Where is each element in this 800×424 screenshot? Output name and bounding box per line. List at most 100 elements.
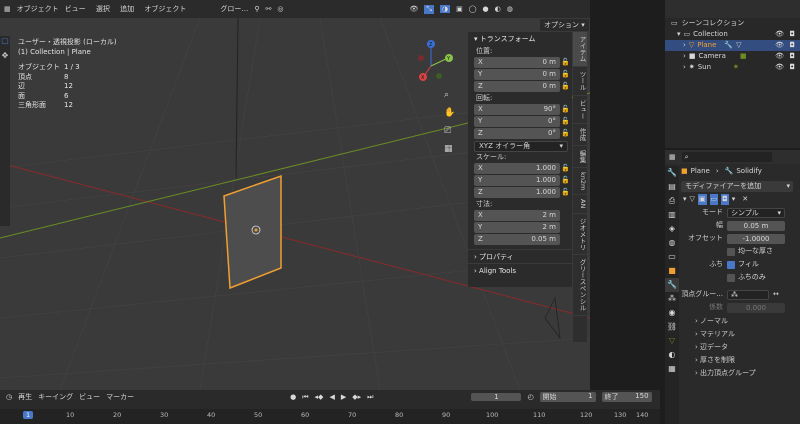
menu-keying[interactable]: キーイング <box>38 392 73 402</box>
pivot-icon[interactable]: ⚲ <box>254 5 259 13</box>
editor-type-icon[interactable]: ▦ <box>4 5 11 13</box>
properties-search-input[interactable]: ⌕ <box>681 152 772 162</box>
pan-hand-icon[interactable]: ✋ <box>444 104 455 122</box>
tab-item[interactable]: アイテム <box>573 32 587 67</box>
subpanel-normals[interactable]: › ノーマル <box>681 315 800 328</box>
output-tab-icon[interactable]: ⎙ <box>665 194 679 208</box>
menu-object[interactable]: オブジェクト <box>144 5 186 13</box>
scale-x-field[interactable]: X 1.000 🔓 <box>474 163 570 174</box>
options-dropdown[interactable]: オプション ▾ <box>540 19 589 31</box>
tab-tool[interactable]: ツール <box>573 67 587 96</box>
rotation-y-field[interactable]: Y 0° 🔓 <box>474 116 570 127</box>
location-y-field[interactable]: Y0 m 🔓 <box>474 69 570 80</box>
menu-select[interactable]: 選択 <box>96 5 110 13</box>
grid-toggle-icon[interactable]: ▦ <box>444 140 455 158</box>
rotation-x-field[interactable]: X 90° 🔓 <box>474 104 570 115</box>
shading-material-icon[interactable]: ◐ <box>495 5 501 13</box>
collection-tab-icon[interactable]: ▭ <box>665 250 679 264</box>
tab-grease-pencil[interactable]: グリースペンシル <box>573 255 587 317</box>
add-modifier-button[interactable]: モディファイアーを追加 ▾ <box>681 181 793 192</box>
shading-solid-icon[interactable]: ● <box>483 5 489 13</box>
collapse-icon[interactable]: ▾ <box>683 194 687 205</box>
fill-checkbox[interactable] <box>727 260 735 269</box>
align-tools-panel-header[interactable]: › Align Tools <box>468 263 572 277</box>
modifier-tab-icon[interactable]: 🔧 <box>665 278 679 292</box>
offset-field[interactable]: -1.0000 <box>727 233 785 244</box>
editor-type-icon[interactable]: ▦ <box>669 153 676 161</box>
tab-view[interactable]: ビュー <box>573 96 587 124</box>
transform-orientation-select[interactable]: グロー… <box>220 4 248 14</box>
location-z-field[interactable]: Z0 m 🔓 <box>474 81 570 92</box>
data-tab-icon[interactable]: ▽ <box>665 334 679 348</box>
physics-tab-icon[interactable]: ◉ <box>665 306 679 320</box>
mode-select[interactable]: シンプル ▾ <box>727 207 785 218</box>
outliner-scene-collection[interactable]: ▭ シーンコレクション <box>665 18 800 29</box>
factor-field[interactable]: 0.000 <box>727 302 785 313</box>
invert-icon[interactable]: ↔ <box>773 289 779 300</box>
current-frame-field[interactable]: 1 <box>471 393 522 401</box>
visibility-icon[interactable]: 👁 <box>409 5 418 13</box>
subpanel-output-vertex-groups[interactable]: › 出力頂点グループ <box>681 367 800 380</box>
render-toggle-icon[interactable]: ◘ <box>721 194 729 205</box>
editmode-toggle-icon[interactable]: ▣ <box>697 194 707 205</box>
object-tab-icon[interactable]: ■ <box>665 264 679 278</box>
outliner-item-plane[interactable]: › ▽ Plane 🔧 ▽ 👁 ◘ <box>665 40 800 51</box>
subpanel-thickness-clamp[interactable]: › 厚さを制限 <box>681 354 800 367</box>
shading-render-icon[interactable]: ◍ <box>507 5 513 13</box>
jump-end-icon[interactable]: ⏭ <box>367 393 373 402</box>
scene-tab-icon[interactable]: ◈ <box>665 222 679 236</box>
outliner-item-collection[interactable]: ▾ ▭ Collection 👁 ◘ <box>665 29 800 40</box>
outliner-item-sun[interactable]: › ✷ Sun ✷ 👁 ◘ <box>665 62 800 73</box>
dimension-y-field[interactable]: Y2 m <box>474 222 560 233</box>
dropdown-icon[interactable]: ▾ <box>732 194 736 205</box>
outliner-item-camera[interactable]: › ■ Camera ■ 👁 ◘ <box>665 51 800 62</box>
subpanel-edge-data[interactable]: › 辺データ <box>681 341 800 354</box>
viewport-toggle-icon[interactable]: ▭ <box>709 194 719 205</box>
gizmo-toggle-icon[interactable]: ⤡ <box>424 4 434 14</box>
proportional-edit-icon[interactable]: ◎ <box>277 5 283 13</box>
frame-end-field[interactable]: 終了 150 <box>601 392 652 402</box>
properties-panel-header[interactable]: › プロパティ <box>468 249 572 263</box>
rotation-z-field[interactable]: Z 0° 🔓 <box>474 128 570 139</box>
tab-kn2m[interactable]: kn2m <box>573 168 587 196</box>
playhead[interactable]: 1 <box>23 411 34 419</box>
camera-view-icon[interactable]: ⎚ <box>444 122 455 140</box>
subpanel-materials[interactable]: › マテリアル <box>681 328 800 341</box>
play-icon[interactable]: ▶ <box>341 393 346 401</box>
close-icon[interactable]: ✕ <box>742 194 748 205</box>
menu-playback[interactable]: 再生 <box>18 392 32 402</box>
constraints-tab-icon[interactable]: ⛓ <box>665 320 679 334</box>
menu-timeline-view[interactable]: ビュー <box>79 392 100 402</box>
timeline-editor-icon[interactable]: ◷ <box>6 393 12 401</box>
mode-select[interactable]: オブジェクト <box>17 4 59 14</box>
menu-add[interactable]: 追加 <box>120 5 134 13</box>
location-x-field[interactable]: X0 m 🔓 <box>474 57 570 68</box>
particles-tab-icon[interactable]: ⁂ <box>665 292 679 306</box>
timeline-ruler[interactable]: 1 10 20 30 40 50 60 70 80 90 100 110 120… <box>0 409 660 424</box>
play-reverse-icon[interactable]: ◀ <box>329 393 334 401</box>
view-layer-tab-icon[interactable]: ▥ <box>665 208 679 222</box>
even-thickness-checkbox[interactable] <box>727 247 735 256</box>
clock-icon[interactable]: ◴ <box>527 393 533 401</box>
menu-view[interactable]: ビュー <box>65 5 86 13</box>
prev-key-icon[interactable]: ◂◆ <box>315 393 324 401</box>
snap-icon[interactable]: ⚯ <box>265 5 271 13</box>
navigation-gizmo[interactable]: Z Y X <box>418 40 453 81</box>
tab-geometry[interactable]: ジオメトリ <box>573 214 587 256</box>
record-icon[interactable]: ● <box>290 393 296 401</box>
camera-object[interactable] <box>544 296 561 340</box>
dimension-x-field[interactable]: X2 m <box>474 210 560 221</box>
tab-edit[interactable]: 編集 <box>573 146 587 168</box>
next-key-icon[interactable]: ◆▸ <box>352 393 361 401</box>
thickness-field[interactable]: 0.05 m <box>727 220 785 231</box>
world-tab-icon[interactable]: ◍ <box>665 236 679 250</box>
tab-create[interactable]: 作成 <box>573 124 587 146</box>
tab-an[interactable]: AN <box>573 195 587 214</box>
vertex-group-select[interactable]: ⁂ <box>727 289 769 300</box>
frame-start-field[interactable]: 開始 1 <box>539 392 596 402</box>
zoom-icon[interactable]: ⌕ <box>444 86 455 104</box>
render-tab-icon[interactable]: ▤ <box>665 180 679 194</box>
scale-y-field[interactable]: Y 1.000 🔓 <box>474 175 570 186</box>
xray-icon[interactable]: ▣ <box>456 5 463 13</box>
move-tool-icon[interactable]: ✥ <box>0 51 10 60</box>
